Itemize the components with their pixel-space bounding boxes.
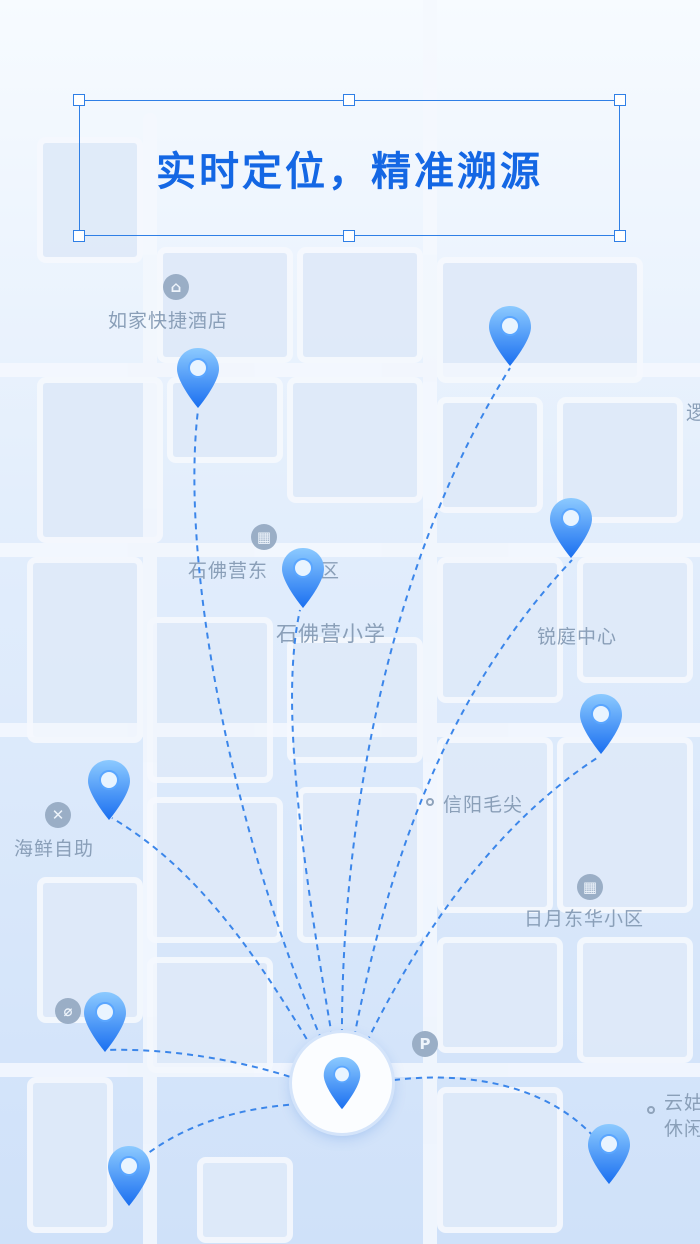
location-pin-icon[interactable]: [280, 546, 326, 612]
route-line: [127, 1103, 301, 1171]
location-pin-icon[interactable]: [86, 758, 132, 824]
route-line: [393, 1076, 606, 1151]
location-pin-icon: [323, 1057, 361, 1110]
location-pin-icon[interactable]: [548, 496, 594, 562]
location-pin-icon[interactable]: [578, 692, 624, 758]
location-pin-icon[interactable]: [487, 304, 533, 370]
location-pin-icon[interactable]: [82, 990, 128, 1056]
frame-handle: [614, 230, 626, 242]
route-line: [193, 409, 327, 1051]
route-line: [340, 367, 511, 1047]
map-stage: ⌂ 如家快捷酒店 ▦ 石佛营东 区 石佛营小学 锐庭中心 信阳毛尖 ✕ 海鲜自助…: [0, 0, 700, 1244]
location-pin-icon[interactable]: [106, 1144, 152, 1210]
route-line: [111, 817, 319, 1059]
page-title: 实时定位，精准溯源: [156, 149, 543, 195]
route-line: [361, 755, 601, 1053]
route-line: [103, 1048, 301, 1081]
location-pin-icon[interactable]: [586, 1122, 632, 1188]
source-hub[interactable]: [292, 1033, 392, 1133]
frame-handle: [343, 94, 355, 106]
route-line: [351, 559, 573, 1049]
location-pin-icon[interactable]: [175, 346, 221, 412]
route-line: [291, 609, 335, 1049]
frame-handle: [73, 230, 85, 242]
frame-handle: [343, 230, 355, 242]
frame-handle: [73, 94, 85, 106]
title-frame: 实时定位，精准溯源: [79, 100, 620, 236]
frame-handle: [614, 94, 626, 106]
